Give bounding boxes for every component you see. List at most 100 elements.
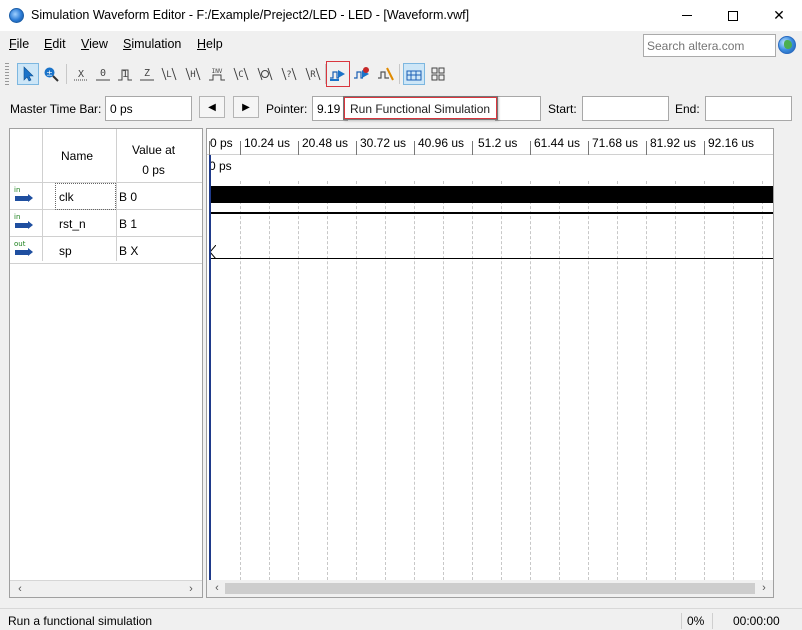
arbitrary-value-icon: R	[305, 67, 321, 81]
status-bar: Run a functional simulation 0% 00:00:00	[0, 608, 802, 630]
menu-file[interactable]: File	[9, 37, 29, 51]
random-value-button[interactable]: ?	[278, 63, 300, 85]
selection-tool-button[interactable]	[17, 63, 39, 85]
grid-line	[675, 181, 676, 585]
count-value-icon: C	[233, 67, 249, 81]
signal-list-header: Name Value at 0 ps	[10, 129, 202, 183]
force-weak-low-button[interactable]: L	[158, 63, 180, 85]
force-low-icon: 0	[96, 68, 110, 81]
grid-line	[646, 181, 647, 585]
close-button[interactable]: ✕	[756, 0, 802, 31]
force-low-button[interactable]: 0	[92, 63, 114, 85]
grid-line	[733, 181, 734, 585]
zoom-tool-button[interactable]: ±	[40, 63, 62, 85]
status-divider	[681, 613, 682, 629]
maximize-button[interactable]	[710, 0, 756, 31]
menu-help[interactable]: Help	[197, 37, 223, 51]
grid-line	[443, 181, 444, 585]
name-column-header[interactable]: Name	[61, 149, 93, 163]
previous-transition-button[interactable]: ◀	[199, 96, 225, 118]
minimize-button[interactable]	[664, 0, 710, 31]
grid-line	[414, 181, 415, 585]
force-high-impedance-button[interactable]: Z	[136, 63, 158, 85]
snap-to-grid-button[interactable]	[403, 63, 425, 85]
waveform-clk[interactable]	[210, 186, 773, 203]
ruler-label: 61.44 us	[534, 136, 581, 150]
status-elapsed-time: 00:00:00	[733, 614, 780, 628]
time-cursor[interactable]	[209, 155, 211, 597]
run-timing-netlist-button[interactable]	[375, 63, 397, 85]
ruler-tick	[414, 141, 415, 155]
menu-simulation[interactable]: Simulation	[123, 37, 181, 51]
scroll-right-icon[interactable]: ›	[183, 581, 199, 597]
force-high-button[interactable]: 1	[114, 63, 136, 85]
end-field[interactable]	[705, 96, 792, 121]
run-timing-simulation-button[interactable]	[351, 63, 373, 85]
ruler-tick	[646, 141, 647, 155]
time-ruler[interactable]: 0 ps 10.24 us 20.48 us 30.72 us 40.96 us…	[207, 129, 773, 155]
ruler-tick	[588, 141, 589, 155]
ruler-tick	[298, 141, 299, 155]
interval-field[interactable]	[495, 96, 541, 121]
waveform-scrollbar[interactable]: ‹ ›	[207, 580, 773, 597]
status-progress: 0%	[687, 614, 705, 628]
menu-view[interactable]: View	[81, 37, 108, 51]
scroll-right-icon[interactable]: ›	[756, 580, 772, 596]
grid-line	[472, 181, 473, 585]
invert-button[interactable]: INV	[206, 63, 228, 85]
snap-to-grid-icon	[406, 70, 422, 81]
start-field[interactable]	[582, 96, 669, 121]
status-message: Run a functional simulation	[8, 614, 153, 628]
scroll-left-icon[interactable]: ‹	[209, 580, 225, 596]
run-timing-netlist-icon	[378, 67, 394, 81]
master-time-bar-field[interactable]: 0 ps	[105, 96, 192, 121]
grid-line	[327, 181, 328, 585]
globe-icon[interactable]	[778, 36, 796, 54]
arbitrary-value-button[interactable]: R	[302, 63, 324, 85]
signal-row-rst-n[interactable]: in rst_n B 1	[10, 210, 202, 237]
tooltip-highlight	[344, 97, 497, 119]
grid-settings-button[interactable]	[427, 63, 449, 85]
force-unknown-button[interactable]: X	[70, 63, 92, 85]
selection-tool-icon	[23, 66, 34, 82]
scroll-left-icon[interactable]: ‹	[12, 581, 28, 597]
toolbar-grip[interactable]	[5, 63, 9, 85]
next-transition-button[interactable]: ▶	[233, 96, 259, 118]
arrow-left-icon: ◀	[208, 101, 216, 113]
ruler-tick	[530, 141, 531, 155]
svg-text:±: ±	[46, 69, 53, 78]
value-column-header[interactable]: Value at 0 ps	[132, 140, 175, 180]
ruler-label: 20.48 us	[302, 136, 349, 150]
title-bar: Simulation Waveform Editor - F:/Example/…	[0, 0, 802, 31]
signal-list-scrollbar[interactable]: ‹ ›	[10, 580, 202, 597]
svg-text:Z: Z	[144, 68, 150, 79]
signal-row-clk[interactable]: in clk B 0	[10, 183, 202, 210]
count-value-button[interactable]: C	[230, 63, 252, 85]
menu-edit[interactable]: Edit	[44, 37, 66, 51]
ruler-tick	[472, 141, 473, 155]
arrow-right-icon: ▶	[242, 101, 250, 113]
search-box	[643, 34, 776, 57]
svg-text:?: ?	[286, 70, 291, 80]
search-input[interactable]	[644, 35, 775, 56]
zoom-tool-icon: ±	[44, 67, 59, 82]
ruler-tick	[240, 141, 241, 155]
waveform-panel[interactable]: 0 ps 10.24 us 20.48 us 30.72 us 40.96 us…	[206, 128, 774, 598]
waveform-rst-n[interactable]	[210, 212, 773, 214]
waveform-sp[interactable]	[210, 258, 773, 259]
ruler-label: 51.2 us	[478, 136, 518, 150]
toolbar-separator	[399, 64, 400, 84]
clock-value-button[interactable]	[254, 63, 276, 85]
scrollbar-thumb[interactable]	[225, 583, 755, 594]
invert-icon: INV	[209, 68, 225, 81]
ruler-label: 71.68 us	[592, 136, 639, 150]
ruler-label: 81.92 us	[650, 136, 697, 150]
force-weak-high-button[interactable]: H	[182, 63, 204, 85]
signal-row-sp[interactable]: out sp B X	[10, 237, 202, 264]
svg-text:C: C	[238, 70, 243, 80]
signal-list-panel: Name Value at 0 ps in clk B 0 in rst_n B…	[9, 128, 203, 598]
signal-value: B 0	[119, 190, 138, 204]
grid-line	[588, 181, 589, 585]
toolbar-separator	[66, 64, 67, 84]
master-time-bar-label: Master Time Bar:	[10, 102, 102, 116]
